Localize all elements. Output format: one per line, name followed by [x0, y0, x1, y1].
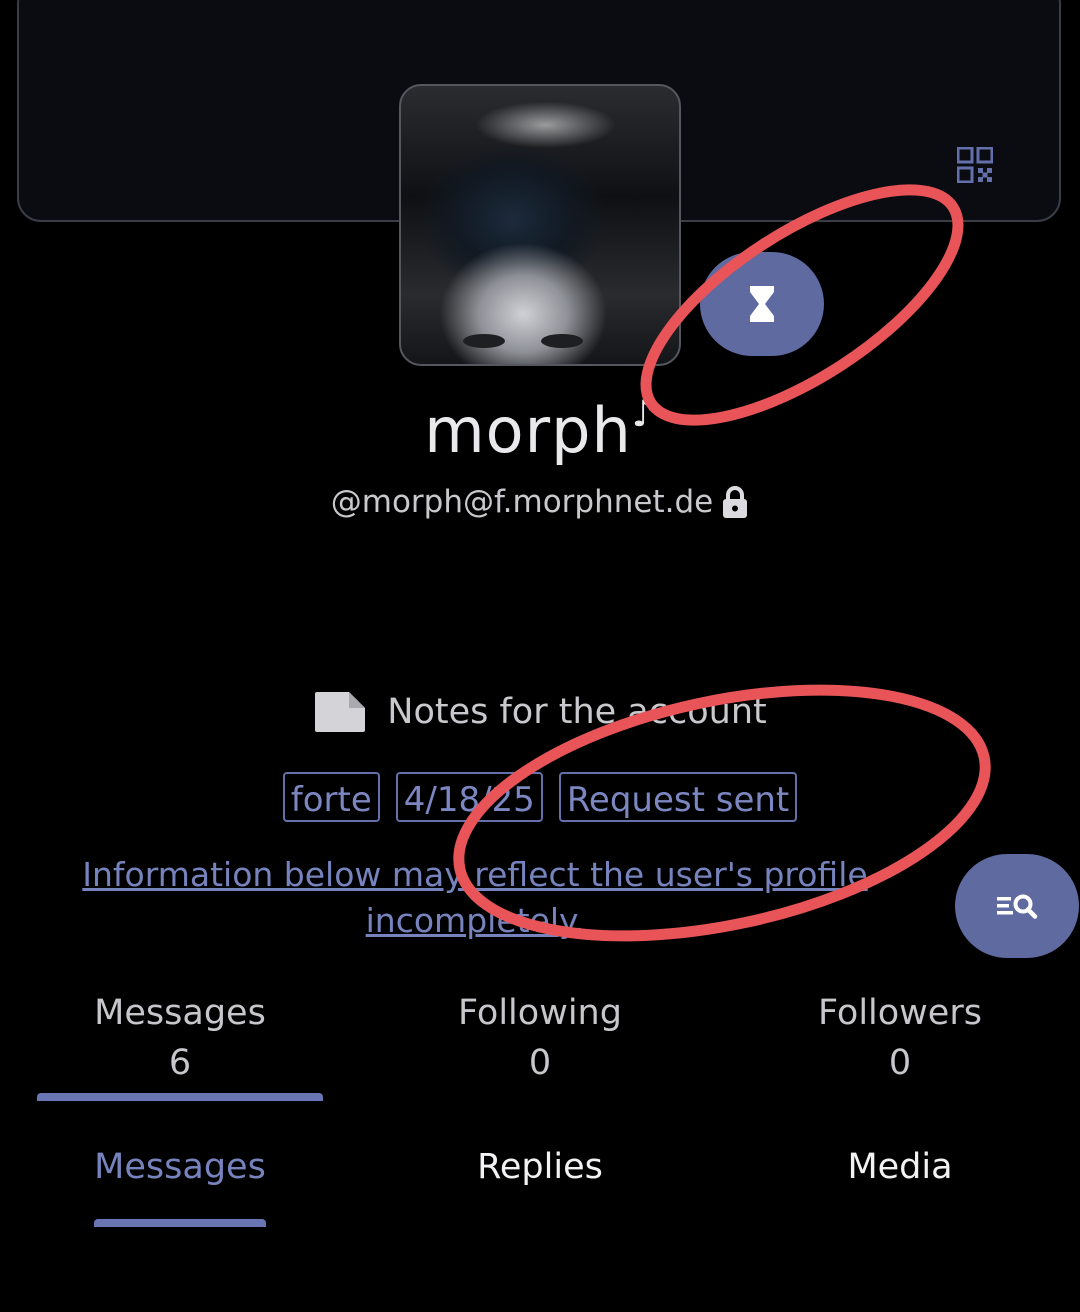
- qr-code-button[interactable]: [953, 145, 997, 185]
- stat-following[interactable]: Following 0: [360, 988, 720, 1088]
- display-name-suffix: ♪: [631, 394, 656, 435]
- tab-media[interactable]: Media: [720, 1140, 1080, 1194]
- stat-messages[interactable]: Messages 6: [0, 988, 360, 1088]
- date-tag: 4/18/25: [395, 772, 543, 822]
- search-posts-button[interactable]: [955, 854, 1079, 958]
- avatar-detail: [541, 334, 583, 348]
- lock-icon: [723, 486, 748, 518]
- stat-messages-count: 6: [168, 1043, 192, 1083]
- note-icon: [315, 692, 366, 732]
- qr-code-icon: [957, 147, 993, 183]
- account-handle-row: @morph@f.morphnet.de: [0, 484, 1080, 520]
- tab-selected-indicator: [94, 1219, 266, 1227]
- instance-tag: forte: [282, 772, 380, 822]
- stat-messages-label: Messages: [94, 993, 266, 1033]
- stat-followers[interactable]: Followers 0: [720, 988, 1080, 1088]
- stat-followers-count: 0: [888, 1043, 912, 1083]
- account-tags: forte 4/18/25 Request sent: [0, 772, 1080, 822]
- tab-messages[interactable]: Messages: [0, 1140, 360, 1194]
- tab-replies[interactable]: Replies: [360, 1140, 720, 1194]
- stat-following-count: 0: [528, 1043, 552, 1083]
- stats-selected-indicator: [37, 1093, 323, 1101]
- display-name: morph♪: [0, 394, 1080, 467]
- account-notes-button[interactable]: Notes for the account: [0, 690, 1080, 734]
- follow-request-pending-button[interactable]: [700, 252, 824, 356]
- avatar-detail: [463, 334, 505, 348]
- stat-followers-label: Followers: [818, 993, 982, 1033]
- incomplete-profile-notice-link[interactable]: Information below may reflect the user's…: [40, 852, 910, 944]
- request-status-tag: Request sent: [558, 772, 798, 822]
- hourglass-icon: [750, 286, 774, 322]
- avatar[interactable]: [399, 84, 681, 366]
- account-handle: @morph@f.morphnet.de: [330, 484, 714, 520]
- display-name-text: morph: [424, 394, 632, 467]
- timeline-tabs: Messages Replies Media: [0, 1140, 1080, 1200]
- list-search-icon: [997, 894, 1038, 919]
- stat-following-label: Following: [458, 993, 622, 1033]
- account-notes-label: Notes for the account: [387, 692, 767, 732]
- profile-stats: Messages 6 Following 0 Followers 0: [0, 988, 1080, 1098]
